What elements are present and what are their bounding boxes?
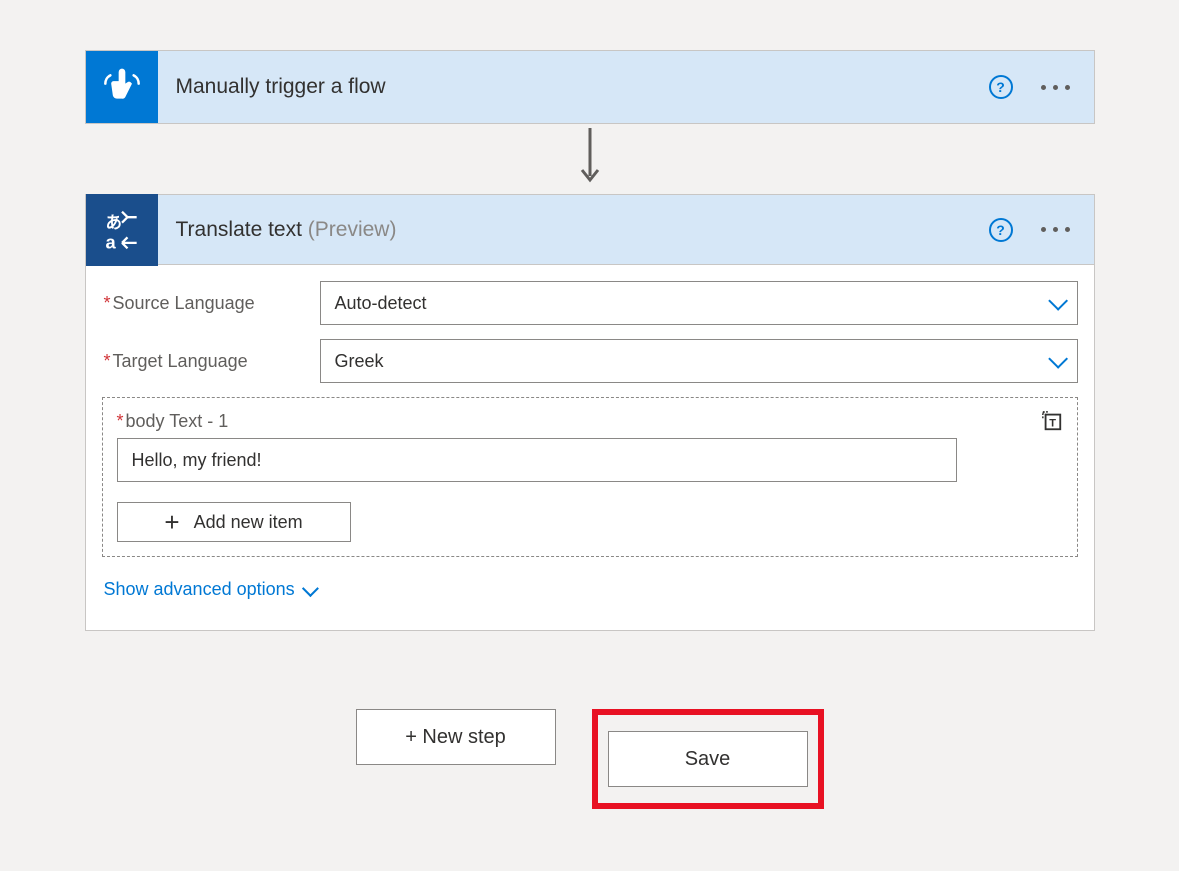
- show-advanced-options-link[interactable]: Show advanced options: [102, 557, 317, 624]
- action-header[interactable]: あ a Translate text (Preview) ?: [86, 195, 1094, 265]
- source-language-row: *Source Language Auto-detect: [102, 281, 1078, 325]
- target-language-label: *Target Language: [102, 351, 320, 372]
- action-title: Translate text (Preview): [158, 218, 989, 242]
- body-text-value: Hello, my friend!: [132, 450, 262, 471]
- plus-icon: +: [164, 509, 179, 535]
- svg-text:あ: あ: [105, 213, 122, 232]
- action-title-text: Translate text: [176, 218, 308, 241]
- add-new-item-button[interactable]: + Add new item: [117, 502, 351, 542]
- save-highlight: Save: [592, 709, 824, 809]
- target-language-row: *Target Language Greek: [102, 339, 1078, 383]
- flow-designer: Manually trigger a flow ? あ a: [85, 50, 1095, 809]
- body-text-block: *body Text - 1 T Hello, my friend! + Add…: [102, 397, 1078, 557]
- advanced-options-label: Show advanced options: [104, 579, 295, 600]
- more-menu-icon[interactable]: [1039, 223, 1072, 236]
- trigger-card[interactable]: Manually trigger a flow ?: [85, 50, 1095, 124]
- save-label: Save: [685, 748, 731, 771]
- action-card: あ a Translate text (Preview) ? *Source L…: [85, 194, 1095, 631]
- chevron-down-icon: [1048, 349, 1068, 369]
- body-text-input[interactable]: Hello, my friend!: [117, 438, 957, 482]
- chevron-down-icon: [302, 580, 319, 597]
- svg-text:T: T: [1049, 418, 1056, 430]
- source-language-label: *Source Language: [102, 293, 320, 314]
- help-icon[interactable]: ?: [989, 218, 1013, 242]
- trigger-title: Manually trigger a flow: [158, 75, 989, 99]
- add-item-label: Add new item: [194, 512, 303, 533]
- trigger-header[interactable]: Manually trigger a flow ?: [86, 51, 1094, 123]
- more-menu-icon[interactable]: [1039, 81, 1072, 94]
- new-step-button[interactable]: + New step: [356, 709, 556, 765]
- bottom-actions: + New step Save: [85, 709, 1095, 809]
- target-language-select[interactable]: Greek: [320, 339, 1078, 383]
- translate-icon: あ a: [86, 194, 158, 266]
- target-language-value: Greek: [335, 351, 384, 372]
- flow-arrow: [85, 124, 1095, 194]
- body-text-label: *body Text - 1: [117, 411, 229, 432]
- svg-text:a: a: [105, 231, 116, 252]
- preview-badge: (Preview): [308, 218, 397, 241]
- action-body: *Source Language Auto-detect *Target Lan…: [86, 265, 1094, 630]
- new-step-label: + New step: [405, 726, 506, 749]
- dynamic-content-icon[interactable]: T: [1041, 410, 1063, 432]
- manual-trigger-icon: [86, 51, 158, 123]
- source-language-value: Auto-detect: [335, 293, 427, 314]
- save-button[interactable]: Save: [608, 731, 808, 787]
- help-icon[interactable]: ?: [989, 75, 1013, 99]
- chevron-down-icon: [1048, 291, 1068, 311]
- source-language-select[interactable]: Auto-detect: [320, 281, 1078, 325]
